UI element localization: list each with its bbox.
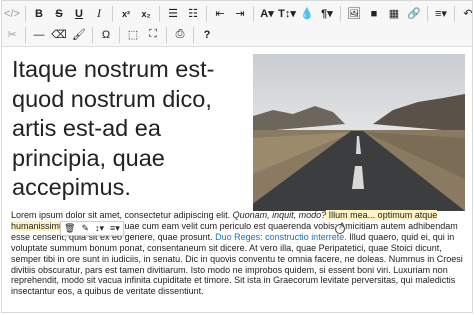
outdent-icon[interactable]: ⇤: [210, 4, 230, 23]
toolbar-separator: [454, 5, 455, 22]
view-source-icon[interactable]: </>: [2, 4, 22, 23]
para-text-start: Lorem ipsum dolor sit amet, consectetur …: [11, 210, 233, 220]
toolbar-separator: [206, 5, 207, 22]
image-icon[interactable]: 🖼: [344, 4, 364, 23]
eraser-icon[interactable]: ⌫: [49, 25, 69, 44]
mouse-cursor-icon: [335, 224, 345, 234]
toolbar-separator: [427, 5, 428, 22]
editor-toolbar: </>BSUIx²x₂☰☷⇤⇥A▾T↕▾💧¶▾🖼■▦🔗≡▾↶↷ ✂—⌫🖌Ω⬚⛶⎙…: [2, 1, 472, 47]
italic-button[interactable]: I: [89, 4, 109, 23]
rich-text-editor: </>BSUIx²x₂☰☷⇤⇥A▾T↕▾💧¶▾🖼■▦🔗≡▾↶↷ ✂—⌫🖌Ω⬚⛶⎙…: [1, 0, 473, 313]
text-color-icon[interactable]: 💧: [297, 4, 317, 23]
paragraph-button[interactable]: ¶▾: [317, 4, 337, 23]
image-edit-icon[interactable]: ✎: [81, 223, 89, 234]
special-char-icon[interactable]: Ω: [96, 25, 116, 44]
content-heading[interactable]: Itaque nostrum est-quod nostrum dico, ar…: [12, 55, 244, 203]
print-icon[interactable]: ⎙: [170, 25, 190, 44]
road-landscape-image: [253, 54, 465, 211]
undo-icon[interactable]: ↶: [458, 4, 472, 23]
horizontal-rule-icon[interactable]: —: [29, 25, 49, 44]
image-resize-icon[interactable]: ↕▾: [95, 223, 104, 234]
indent-icon[interactable]: ⇥: [230, 4, 250, 23]
image-delete-icon[interactable]: 🗑: [64, 223, 75, 234]
editor-content[interactable]: Itaque nostrum est-quod nostrum dico, ar…: [2, 47, 472, 312]
align-icon[interactable]: ≡▾: [431, 4, 451, 23]
toolbar-separator: [253, 5, 254, 22]
bold-button[interactable]: B: [29, 4, 49, 23]
road-photo[interactable]: [253, 54, 465, 211]
help-icon[interactable]: ?: [197, 25, 217, 44]
toolbar-separator: [92, 26, 93, 43]
superscript-button[interactable]: x²: [116, 4, 136, 23]
select-all-icon[interactable]: ⬚: [123, 25, 143, 44]
toolbar-row-1: </>BSUIx²x₂☰☷⇤⇥A▾T↕▾💧¶▾🖼■▦🔗≡▾↶↷: [2, 3, 472, 24]
constructio-link[interactable]: Duo Reges: constructio interrete.: [215, 232, 347, 242]
font-size-button[interactable]: T↕▾: [277, 4, 297, 23]
subscript-button[interactable]: x₂: [136, 4, 156, 23]
toolbar-separator: [193, 26, 194, 43]
link-icon[interactable]: 🔗: [404, 4, 424, 23]
para-text-italic: Quonam, inquit, modo?: [232, 210, 327, 220]
fullscreen-icon[interactable]: ⛶: [143, 25, 163, 44]
video-icon[interactable]: ■: [364, 4, 384, 23]
strikethrough-button[interactable]: S: [49, 4, 69, 23]
toolbar-separator: [112, 5, 113, 22]
image-popup-toolbar: 🗑 ✎ ↕▾ ≡▾: [60, 221, 124, 236]
cut-icon[interactable]: ✂: [2, 25, 22, 44]
toolbar-separator: [340, 5, 341, 22]
underline-button[interactable]: U: [69, 4, 89, 23]
font-color-button[interactable]: A▾: [257, 4, 277, 23]
unordered-list-icon[interactable]: ☰: [163, 4, 183, 23]
image-align-icon[interactable]: ≡▾: [110, 223, 120, 234]
toolbar-row-2: ✂ — ⌫ 🖌 Ω ⬚ ⛶ ⎙?: [2, 24, 217, 45]
toolbar-separator: [159, 5, 160, 22]
ordered-list-icon[interactable]: ☷: [183, 4, 203, 23]
toolbar-separator: [119, 26, 120, 43]
paint-format-icon[interactable]: 🖌: [69, 25, 89, 44]
table-icon[interactable]: ▦: [384, 4, 404, 23]
toolbar-separator: [166, 26, 167, 43]
toolbar-separator: [25, 26, 26, 43]
toolbar-separator: [25, 5, 26, 22]
